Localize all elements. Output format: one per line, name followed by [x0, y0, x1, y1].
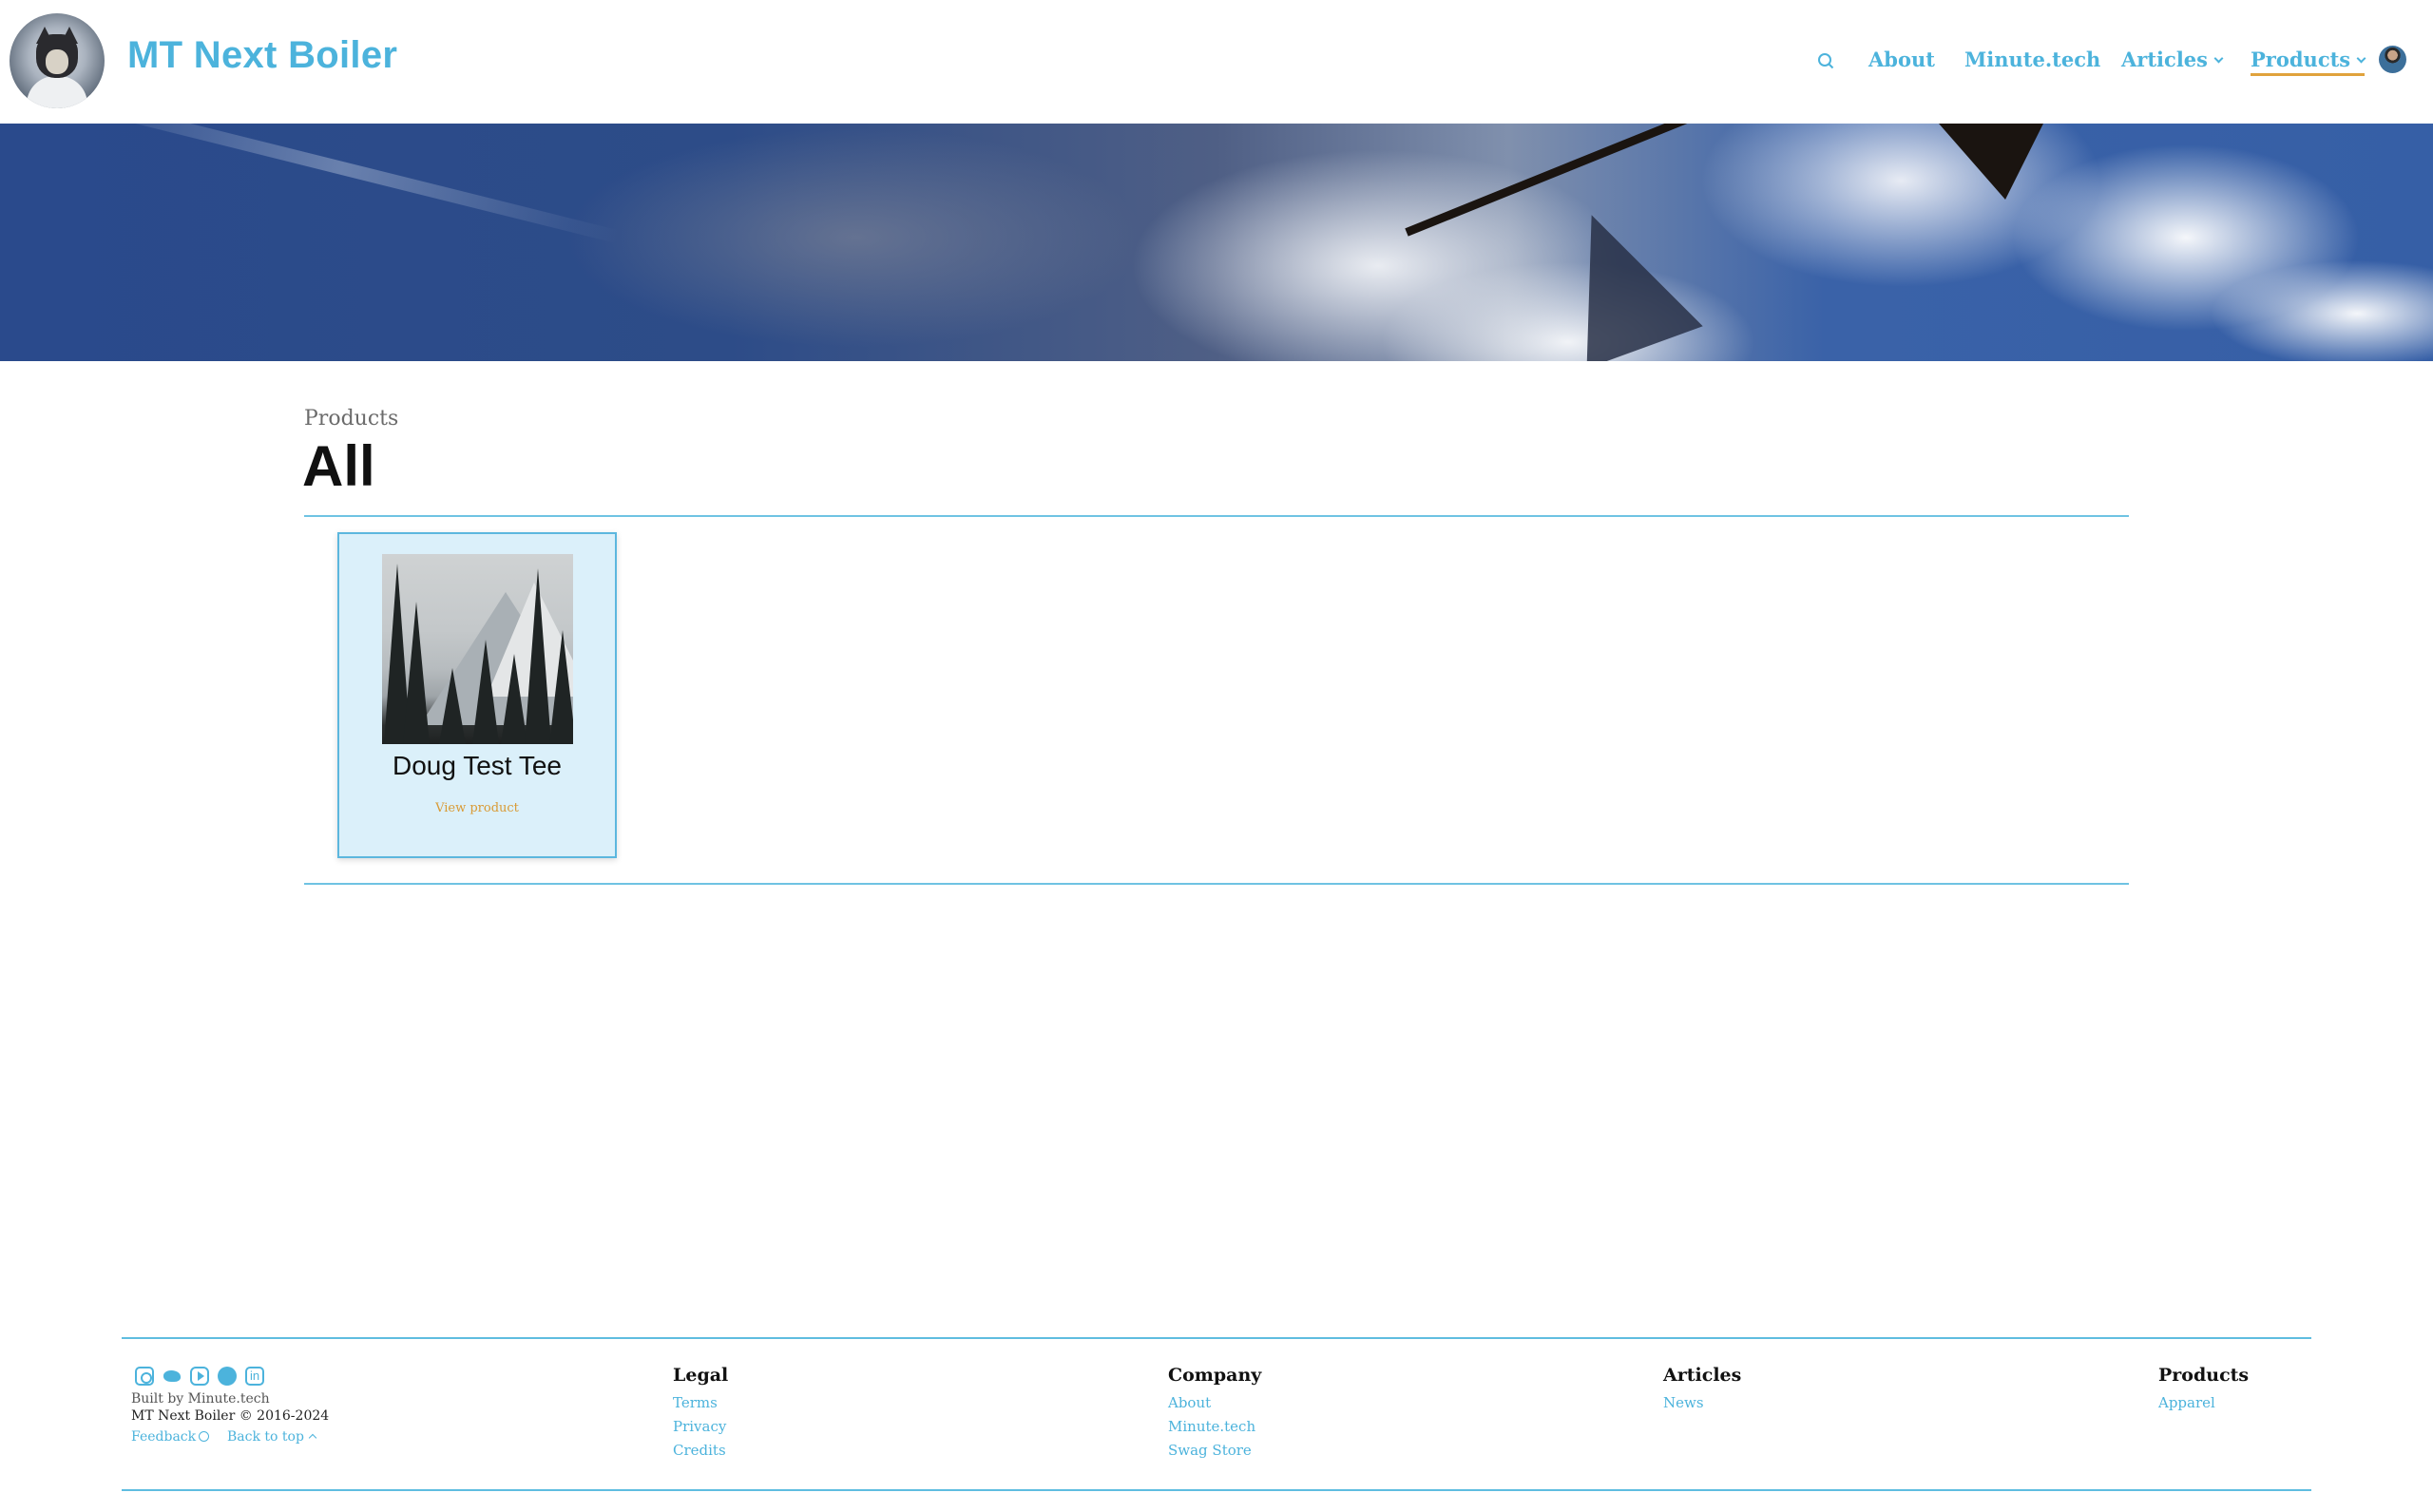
footer-link-credits[interactable]: Credits — [673, 1442, 726, 1459]
nav-articles[interactable]: Articles — [2121, 48, 2224, 71]
hero-pennant — [1939, 124, 2043, 200]
site-logo[interactable] — [10, 13, 105, 108]
back-to-top-label: Back to top — [227, 1429, 304, 1445]
footer-heading-products: Products — [2158, 1365, 2250, 1386]
footer-bottom-divider — [122, 1489, 2311, 1491]
nav-products[interactable]: Products — [2251, 48, 2366, 76]
feedback-label: Feedback — [131, 1429, 197, 1445]
footer-link-about[interactable]: About — [1168, 1394, 1211, 1411]
built-by-text: Built by Minute.tech — [131, 1391, 270, 1407]
tree-shape — [472, 640, 499, 744]
nav-about[interactable]: About — [1868, 48, 1935, 71]
divider — [304, 883, 2129, 885]
back-to-top-link[interactable]: Back to top — [227, 1429, 317, 1445]
site-title[interactable]: MT Next Boiler — [127, 34, 397, 77]
chevron-down-icon — [2213, 53, 2224, 64]
feedback-link[interactable]: Feedback — [131, 1429, 210, 1445]
user-avatar[interactable] — [2379, 46, 2406, 73]
nav-minute-tech[interactable]: Minute.tech — [1964, 48, 2100, 71]
linkedin-icon[interactable] — [245, 1367, 264, 1386]
tree-shape — [549, 630, 573, 744]
product-name: Doug Test Tee — [393, 751, 562, 780]
social-links — [135, 1367, 264, 1386]
footer-link-privacy[interactable]: Privacy — [673, 1418, 726, 1435]
footer-link-news[interactable]: News — [1663, 1394, 1704, 1411]
footer-link-swag-store[interactable]: Swag Store — [1168, 1442, 1252, 1459]
divider — [304, 515, 2129, 517]
nav-products-label: Products — [2251, 48, 2351, 71]
site-header: MT Next Boiler About Minute.tech Article… — [0, 0, 2433, 124]
breadcrumb[interactable]: Products — [304, 407, 398, 431]
github-icon[interactable] — [218, 1367, 237, 1386]
logo-astronaut-suit — [27, 76, 87, 108]
footer-heading-legal: Legal — [673, 1365, 729, 1386]
chat-bubble-icon — [199, 1431, 210, 1442]
footer-link-apparel[interactable]: Apparel — [2158, 1394, 2215, 1411]
footer-link-minute-tech[interactable]: Minute.tech — [1168, 1418, 1255, 1435]
logo-cat-face — [46, 49, 68, 74]
search-icon[interactable] — [1817, 52, 1834, 69]
nav-articles-label: Articles — [2121, 48, 2208, 71]
footer-top-divider — [122, 1337, 2311, 1339]
tree-shape — [403, 602, 430, 744]
chevron-up-icon — [308, 1433, 317, 1443]
hero-banner-image — [0, 124, 2433, 361]
footer-heading-articles: Articles — [1663, 1365, 1742, 1386]
footer-heading-company: Company — [1168, 1365, 1262, 1386]
hero-contrail — [64, 124, 621, 244]
tree-shape — [501, 654, 527, 744]
page-title: All — [302, 434, 375, 498]
copyright-text: MT Next Boiler © 2016-2024 — [131, 1408, 330, 1424]
youtube-icon[interactable] — [190, 1367, 209, 1386]
footer-link-terms[interactable]: Terms — [673, 1394, 718, 1411]
tree-shape — [525, 568, 551, 744]
hero-pennant — [1538, 192, 1703, 361]
chevron-down-icon — [2356, 53, 2366, 64]
instagram-icon[interactable] — [135, 1367, 154, 1386]
twitter-icon[interactable] — [163, 1367, 182, 1386]
product-image — [382, 554, 573, 744]
product-card[interactable]: Doug Test Tee View product — [337, 532, 617, 858]
tree-shape — [439, 668, 466, 744]
view-product-link[interactable]: View product — [339, 801, 615, 815]
